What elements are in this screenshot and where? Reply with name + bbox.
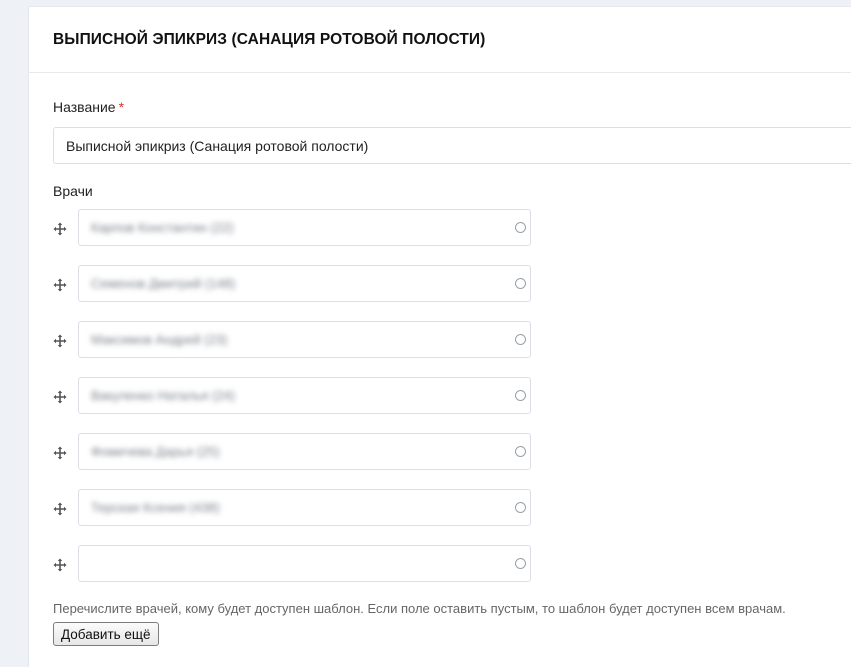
clear-circle-icon[interactable] <box>515 390 526 401</box>
clear-circle-icon[interactable] <box>515 278 526 289</box>
name-label: Название * <box>53 99 124 115</box>
doctor-value: Семенов Дмитрий (148) <box>91 276 236 291</box>
doctor-value: Вакуленко Наталья (24) <box>91 388 236 403</box>
drag-move-icon[interactable] <box>53 222 67 236</box>
drag-move-icon[interactable] <box>53 334 67 348</box>
clear-circle-icon[interactable] <box>515 446 526 457</box>
doctor-value: Карпов Константин (22) <box>91 220 234 235</box>
name-input-value: Выписной эпикриз (Санация ротовой полост… <box>66 137 369 154</box>
clear-circle-icon[interactable] <box>515 334 526 345</box>
clear-circle-icon[interactable] <box>515 502 526 513</box>
clear-circle-icon[interactable] <box>515 222 526 233</box>
name-input[interactable]: Выписной эпикриз (Санация ротовой полост… <box>53 127 851 164</box>
drag-move-icon[interactable] <box>53 558 67 572</box>
drag-move-icon[interactable] <box>53 390 67 404</box>
template-form-panel: ВЫПИСНОЙ ЭПИКРИЗ (САНАЦИЯ РОТОВОЙ ПОЛОСТ… <box>28 6 851 667</box>
doctor-select[interactable]: Фомичева Дарья (25) <box>78 433 531 470</box>
page-title: ВЫПИСНОЙ ЭПИКРИЗ (САНАЦИЯ РОТОВОЙ ПОЛОСТ… <box>53 30 486 48</box>
drag-move-icon[interactable] <box>53 278 67 292</box>
doctor-select[interactable]: Максимов Андрей (23) <box>78 321 531 358</box>
doctor-select[interactable]: Семенов Дмитрий (148) <box>78 265 531 302</box>
doctor-select[interactable]: Терская Ксения (438) <box>78 489 531 526</box>
clear-circle-icon[interactable] <box>515 558 526 569</box>
drag-move-icon[interactable] <box>53 502 67 516</box>
doctor-value: Максимов Андрей (23) <box>91 332 228 347</box>
doctors-label: Врачи <box>53 183 93 199</box>
doctor-value: Фомичева Дарья (25) <box>91 444 220 459</box>
help-text: Перечислите врачей, кому будет доступен … <box>53 601 786 616</box>
name-label-text: Название <box>53 99 116 115</box>
panel-header: ВЫПИСНОЙ ЭПИКРИЗ (САНАЦИЯ РОТОВОЙ ПОЛОСТ… <box>29 7 851 73</box>
drag-move-icon[interactable] <box>53 446 67 460</box>
doctor-select[interactable]: Карпов Константин (22) <box>78 209 531 246</box>
required-mark: * <box>118 99 125 115</box>
doctor-select[interactable] <box>78 545 531 582</box>
add-more-button[interactable]: Добавить ещё <box>53 622 159 646</box>
doctor-select[interactable]: Вакуленко Наталья (24) <box>78 377 531 414</box>
doctor-value: Терская Ксения (438) <box>91 500 220 515</box>
